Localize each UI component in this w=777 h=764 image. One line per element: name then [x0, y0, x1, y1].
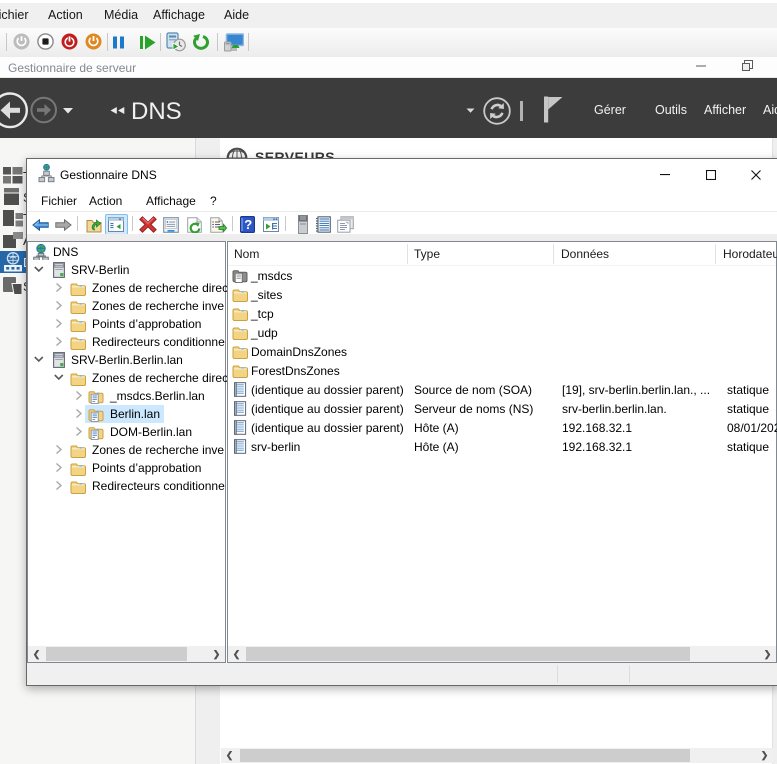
svg-text:?: ?: [244, 217, 252, 232]
